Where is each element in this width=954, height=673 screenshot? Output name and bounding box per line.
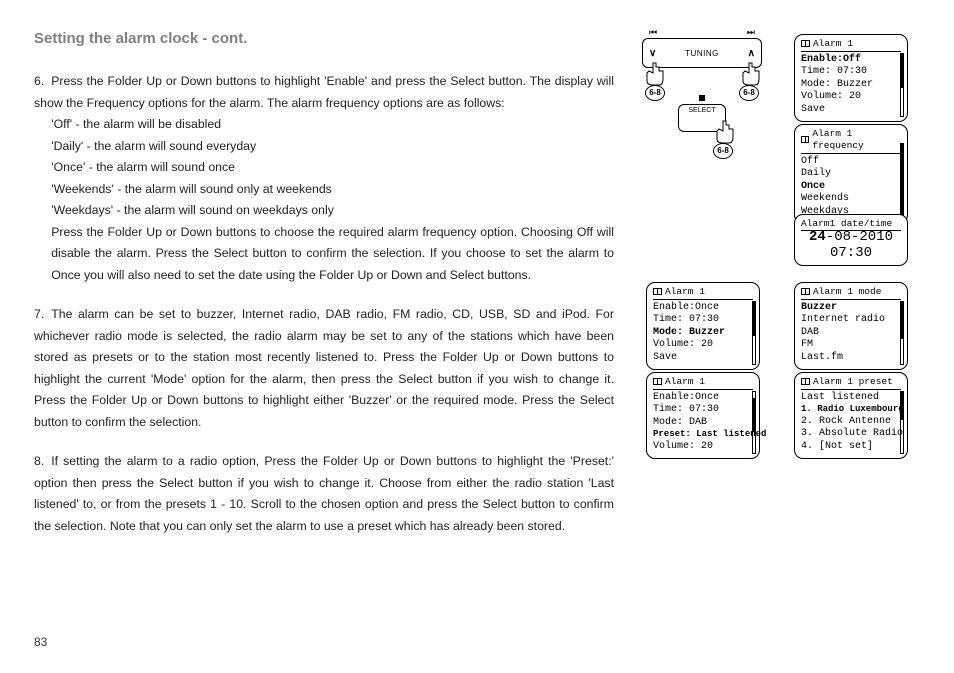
step-8-text: If setting the alarm to a radio option, … xyxy=(34,454,614,533)
scrollbar xyxy=(900,391,904,454)
step-8: 8.If setting the alarm to a radio option… xyxy=(34,451,614,537)
lcd-row: 4. [Not set] xyxy=(801,441,901,454)
scrollbar xyxy=(900,301,904,365)
step-8-num: 8. xyxy=(34,451,51,473)
chevron-down-icon: ∨ xyxy=(649,48,656,59)
alarm-icon xyxy=(653,378,662,385)
lcd-row: Off xyxy=(801,156,901,169)
step-6-opt-weekends: 'Weekends' - the alarm will sound only a… xyxy=(34,179,614,201)
lcd-title: Alarm 1 preset xyxy=(813,376,893,388)
step-7: 7.The alarm can be set to buzzer, Intern… xyxy=(34,304,614,433)
tuning-button-row: ⏮ ⏭ ∨ TUNING ∧ 6-8 6-8 xyxy=(642,38,762,68)
lcd-row: Time: 07:30 xyxy=(801,66,901,79)
lcd-row: Once xyxy=(801,181,901,194)
skip-prev-icon: ⏮ xyxy=(649,27,657,38)
tuning-buttons-illustration: ⏮ ⏭ ∨ TUNING ∧ 6-8 6-8 SELECT xyxy=(642,38,762,132)
lcd-date: 24-08-2010 xyxy=(809,229,893,245)
stop-icon xyxy=(699,95,705,101)
lcd-alarm1-dab: Alarm 1 Enable:Once Time: 07:30 Mode: DA… xyxy=(646,372,760,459)
lcd-row: 2. Rock Antenne xyxy=(801,416,901,429)
lcd-title: Alarm1 date/time xyxy=(801,218,892,229)
step-6-opt-daily: 'Daily' - the alarm will sound everyday xyxy=(34,136,614,158)
lcd-alarm1-preset: Alarm 1 preset Last listened 1. Radio Lu… xyxy=(794,372,908,459)
lcd-row: Volume: 20 xyxy=(653,339,753,352)
hand-pointer-icon xyxy=(735,61,765,87)
lcd-row: Internet radio xyxy=(801,314,901,327)
lcd-alarm1-frequency: Alarm 1 frequency Off Daily Once Weekend… xyxy=(794,124,908,224)
callout-badge: 6-8 xyxy=(713,143,733,159)
lcd-row: Mode: Buzzer xyxy=(653,327,753,340)
lcd-row: Buzzer xyxy=(801,302,901,315)
scrollbar xyxy=(900,143,904,219)
step-6-opt-once: 'Once' - the alarm will sound once xyxy=(34,157,614,179)
lcd-time: 07:30 xyxy=(830,245,872,261)
step-6-opt-off: 'Off' - the alarm will be disabled xyxy=(34,114,614,136)
step-6-num: 6. xyxy=(34,71,51,93)
lcd-title: Alarm 1 xyxy=(813,38,853,50)
alarm-icon xyxy=(653,288,662,295)
skip-next-icon: ⏭ xyxy=(747,27,755,38)
lcd-row: Preset: Last listened xyxy=(653,429,753,440)
lcd-row: Weekends xyxy=(801,193,901,206)
lcd-row: Time: 07:30 xyxy=(653,314,753,327)
lcd-title: Alarm 1 frequency xyxy=(812,128,901,152)
step-6-intro: Press the Folder Up or Down buttons to h… xyxy=(34,74,614,110)
scrollbar xyxy=(752,391,756,454)
lcd-title: Alarm 1 mode xyxy=(813,286,881,298)
step-7-num: 7. xyxy=(34,304,51,326)
alarm-icon xyxy=(801,40,810,47)
lcd-row: FM xyxy=(801,339,901,352)
alarm-icon xyxy=(801,288,810,295)
step-6-opt-weekdays: 'Weekdays' - the alarm will sound on wee… xyxy=(34,200,614,222)
alarm-icon xyxy=(801,136,809,143)
page-title: Setting the alarm clock - cont. xyxy=(34,30,614,47)
scrollbar xyxy=(752,301,756,365)
hand-pointer-icon xyxy=(639,61,669,87)
callout-badge: 6-8 xyxy=(645,85,665,101)
lcd-row: Last listened xyxy=(801,392,901,405)
tuning-label: TUNING xyxy=(685,49,719,58)
lcd-title: Alarm 1 xyxy=(665,286,705,298)
step-7-text: The alarm can be set to buzzer, Internet… xyxy=(34,307,614,429)
lcd-row: Mode: Buzzer xyxy=(801,79,901,92)
lcd-row: DAB xyxy=(801,327,901,340)
hand-pointer-icon xyxy=(709,119,739,145)
alarm-icon xyxy=(801,378,810,385)
lcd-row: Enable:Once xyxy=(653,392,753,405)
page-number: 83 xyxy=(34,635,47,649)
lcd-alarm1-mode: Alarm 1 mode Buzzer Internet radio DAB F… xyxy=(794,282,908,370)
step-6: 6.Press the Folder Up or Down buttons to… xyxy=(34,71,614,286)
select-button-illustration: SELECT 6-8 xyxy=(678,104,726,132)
lcd-row: Volume: 20 xyxy=(653,441,753,454)
lcd-row: Save xyxy=(801,104,901,117)
lcd-alarm1-enable: Alarm 1 Enable:Off Time: 07:30 Mode: Buz… xyxy=(794,34,908,122)
lcd-row: Volume: 20 xyxy=(801,91,901,104)
lcd-row: Mode: DAB xyxy=(653,417,753,430)
lcd-row: Daily xyxy=(801,168,901,181)
lcd-alarm1-datetime: Alarm1 date/time 24-08-2010 07:30 xyxy=(794,214,908,266)
scrollbar xyxy=(900,53,904,117)
select-label: SELECT xyxy=(688,107,715,114)
lcd-row: 1. Radio Luxembourg xyxy=(801,404,901,415)
lcd-alarm1-once: Alarm 1 Enable:Once Time: 07:30 Mode: Bu… xyxy=(646,282,760,370)
lcd-row: Save xyxy=(653,352,753,365)
lcd-row: 3. Absolute Radio xyxy=(801,428,901,441)
lcd-title: Alarm 1 xyxy=(665,376,705,388)
lcd-row: Time: 07:30 xyxy=(653,404,753,417)
lcd-row: Enable:Off xyxy=(801,54,901,67)
lcd-row: Last.fm xyxy=(801,352,901,365)
chevron-up-icon: ∧ xyxy=(748,48,755,59)
callout-badge: 6-8 xyxy=(739,85,759,101)
step-6-para2: Press the Folder Up or Down buttons to c… xyxy=(34,222,614,287)
lcd-row: Enable:Once xyxy=(653,302,753,315)
